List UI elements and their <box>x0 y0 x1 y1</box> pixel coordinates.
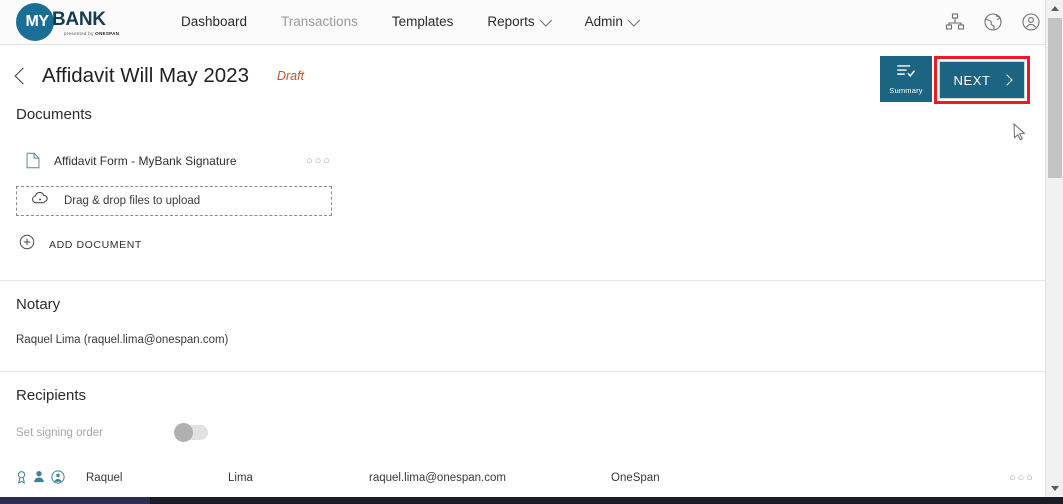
logo-my-text: MY <box>25 13 50 30</box>
triangle-up-icon <box>1051 6 1059 11</box>
scrollbar-thumb[interactable] <box>1048 18 1062 178</box>
recipient-first-name: Raquel <box>86 472 123 484</box>
top-navigation-bar: MY BANK presented by ONESPAN Dashboard T… <box>0 0 1063 45</box>
documents-section: Documents <box>0 106 1045 123</box>
taskbar-active-segment <box>0 497 150 504</box>
next-button-label: NEXT <box>953 72 991 88</box>
summary-button[interactable]: Summary <box>880 56 932 102</box>
main-content: Documents Affidavit Form - MyBank Signat… <box>0 106 1045 489</box>
logo-circle: MY <box>16 3 54 41</box>
mybank-logo[interactable]: MY BANK presented by ONESPAN <box>16 1 136 43</box>
logo-bank-text: BANK <box>52 9 106 30</box>
document-name: Affidavit Form - MyBank Signature <box>54 154 237 168</box>
summary-icon <box>896 63 916 83</box>
nav-item-reports[interactable]: Reports <box>470 0 567 44</box>
signing-order-toggle[interactable] <box>174 423 208 442</box>
nav-item-label: Templates <box>391 14 454 29</box>
recipient-last-name: Lima <box>228 472 253 484</box>
logo-tagline: presented by ONESPAN <box>64 31 119 36</box>
recipients-section-title: Recipients <box>16 387 87 404</box>
status-badge: Draft <box>276 68 305 83</box>
nav-item-label: Transactions <box>281 14 358 29</box>
scrollbar-up-button[interactable] <box>1046 0 1063 17</box>
header-actions: Summary NEXT <box>880 56 1030 104</box>
recipient-row[interactable]: Raquel Lima raquel.lima@onespan.com OneS… <box>0 462 1045 489</box>
nav-item-transactions[interactable]: Transactions <box>264 0 375 44</box>
add-document-button[interactable]: ADD DOCUMENT <box>19 234 1045 255</box>
user-profile-icon[interactable] <box>1021 12 1041 32</box>
nav-item-label: Reports <box>487 14 535 29</box>
nav-item-templates[interactable]: Templates <box>375 0 471 44</box>
nav-item-admin[interactable]: Admin <box>568 0 656 44</box>
back-chevron-icon[interactable] <box>14 67 32 84</box>
summary-button-label: Summary <box>889 86 923 95</box>
cloud-upload-icon <box>31 192 50 210</box>
scrollbar-down-button[interactable] <box>1046 480 1063 497</box>
bottom-taskbar-strip <box>0 497 1063 504</box>
file-dropzone[interactable]: Drag & drop files to upload <box>16 186 332 216</box>
org-chart-icon[interactable] <box>945 12 965 32</box>
page-title: Affidavit Will May 2023 <box>42 63 249 87</box>
signing-order-label: Set signing order <box>16 426 103 439</box>
triangle-down-icon <box>1051 486 1059 491</box>
recipient-company: OneSpan <box>611 472 660 484</box>
person-icon <box>33 470 45 486</box>
notary-section-title: Notary <box>16 296 61 313</box>
toggle-knob <box>174 423 193 442</box>
plus-circle-icon <box>19 234 35 255</box>
person-circle-icon <box>51 469 65 487</box>
application-window: MY BANK presented by ONESPAN Dashboard T… <box>0 0 1063 504</box>
notary-seal-icon <box>16 470 27 487</box>
signing-order-control: Set signing order <box>0 423 1045 442</box>
recipient-email: raquel.lima@onespan.com <box>369 472 506 484</box>
documents-section-title: Documents <box>16 106 92 123</box>
document-item[interactable]: Affidavit Form - MyBank Signature ○○○ <box>0 144 1045 178</box>
notary-name: Raquel Lima (raquel.lima@onespan.com) <box>16 334 229 346</box>
notary-section: Notary Raquel Lima (raquel.lima@onespan.… <box>0 281 1045 346</box>
nav-item-label: Admin <box>584 14 623 29</box>
mouse-cursor <box>1013 122 1027 141</box>
recipient-menu-button[interactable]: ○○○ <box>1009 472 1035 484</box>
add-document-label: ADD DOCUMENT <box>49 238 142 251</box>
nav-right-icons <box>945 0 1041 44</box>
documents-list: Affidavit Form - MyBank Signature ○○○ <box>0 144 1045 178</box>
nav-item-dashboard[interactable]: Dashboard <box>164 0 264 44</box>
next-button[interactable]: NEXT <box>939 61 1025 99</box>
vertical-scrollbar[interactable] <box>1045 0 1063 497</box>
dropzone-label: Drag & drop files to upload <box>64 195 201 207</box>
chevron-down-icon <box>627 13 641 27</box>
nav-item-label: Dashboard <box>181 14 248 29</box>
document-menu-button[interactable]: ○○○ <box>306 155 332 167</box>
nav-items: Dashboard Transactions Templates Reports… <box>164 0 656 44</box>
chevron-right-icon <box>1000 74 1013 86</box>
page-header: Affidavit Will May 2023 Draft Summary NE… <box>0 45 1045 106</box>
next-button-highlight: NEXT <box>934 56 1030 104</box>
logo-tagline-brand: ONESPAN <box>95 31 120 36</box>
chevron-down-icon <box>539 13 552 27</box>
recipients-section: Recipients <box>0 372 1045 404</box>
logo-tagline-pre: presented by <box>64 31 96 36</box>
recipient-role-icons <box>0 469 65 487</box>
globe-icon[interactable] <box>983 12 1003 32</box>
document-file-icon <box>26 152 42 170</box>
